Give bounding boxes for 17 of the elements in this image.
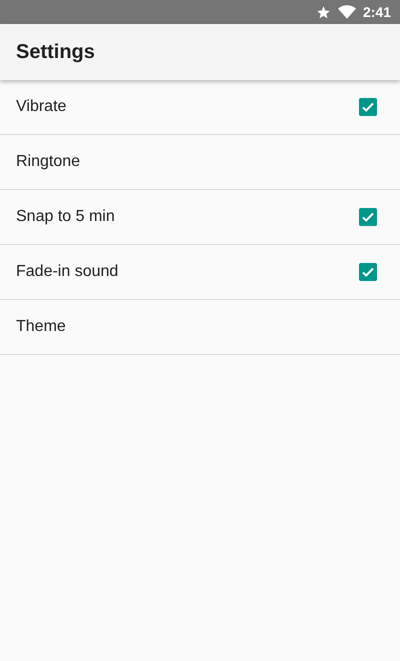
setting-label: Snap to 5 min: [16, 208, 115, 226]
screen-title: Settings: [16, 40, 95, 64]
settings-item[interactable]: Vibrate: [0, 80, 400, 135]
checkbox[interactable]: [359, 98, 377, 116]
setting-label: Vibrate: [16, 98, 66, 116]
setting-label: Ringtone: [16, 153, 80, 171]
settings-item[interactable]: Fade-in sound: [0, 245, 400, 300]
checkbox[interactable]: [359, 208, 377, 226]
settings-item[interactable]: Ringtone: [0, 135, 400, 190]
wifi-icon: [338, 5, 356, 19]
star-icon: [316, 4, 331, 20]
clock-time: 2:41: [362, 4, 391, 20]
checkbox[interactable]: [359, 263, 377, 281]
setting-label: Theme: [16, 318, 66, 336]
settings-item[interactable]: Snap to 5 min: [0, 190, 400, 245]
settings-item[interactable]: Theme: [0, 300, 400, 355]
setting-label: Fade-in sound: [16, 263, 118, 281]
